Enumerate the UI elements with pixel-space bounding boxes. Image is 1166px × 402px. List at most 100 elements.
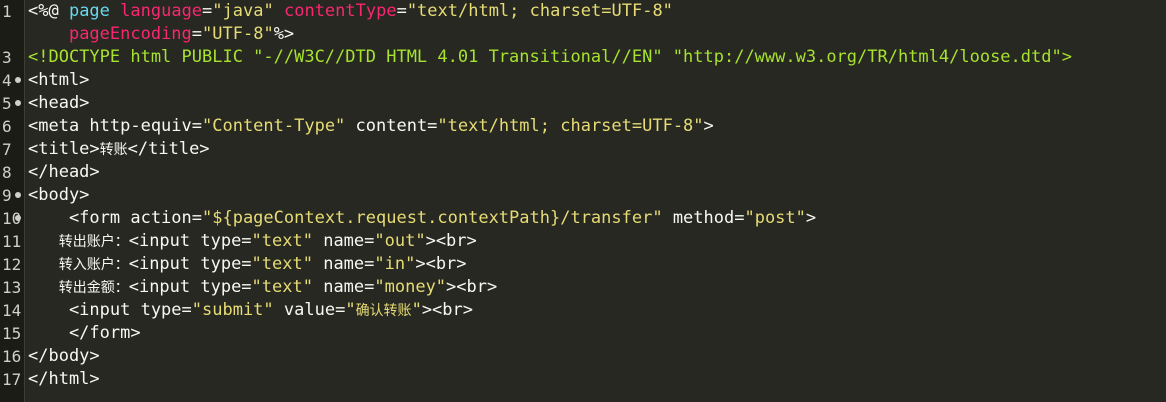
fold-marker-icon[interactable]: [15, 192, 21, 198]
line-number: 13: [0, 276, 24, 299]
code-token-string: "java": [212, 1, 274, 21]
code-token-plain: =: [396, 1, 407, 21]
code-token-string: "text": [251, 277, 313, 297]
code-token-directive: page: [68, 1, 110, 21]
code-line[interactable]: <html>: [28, 69, 89, 92]
code-token-string: "UTF-8": [202, 24, 274, 44]
code-token-string: "text/html; charset=UTF-8": [437, 116, 704, 136]
code-token-plain: </form>: [28, 323, 141, 343]
code-token-attribute: contentType: [283, 1, 397, 21]
code-line[interactable]: <body>: [28, 184, 89, 207]
line-number: 4: [0, 69, 24, 92]
code-token-plain: content=: [345, 116, 438, 136]
code-token-string: 确认转账: [355, 303, 412, 319]
line-number-text: 14: [2, 301, 22, 320]
line-number: 1: [0, 0, 24, 23]
code-token-doctype: <!DOCTYPE html PUBLIC "-//W3C//DTD HTML …: [28, 47, 1072, 67]
code-token-plain: 转出账户：: [58, 234, 129, 250]
code-token-plain: method=: [662, 208, 745, 228]
fold-marker-icon[interactable]: [15, 77, 21, 83]
code-token-plain: <title>: [28, 139, 100, 159]
line-number: 17: [0, 368, 24, 391]
line-number-text: 13: [2, 278, 22, 297]
line-number-text: 4: [2, 71, 12, 90]
code-token-string: ": [411, 300, 422, 320]
line-number: 11: [0, 230, 24, 253]
line-number: 12: [0, 253, 24, 276]
code-line[interactable]: </body>: [28, 345, 100, 368]
code-token-plain: name=: [312, 254, 375, 274]
code-token-plain: <%@: [28, 1, 69, 21]
line-number-gutter: 1 3 4 5 6 7 8 9 10 11 12 13 14 15 16 17: [0, 0, 24, 402]
line-number-text: 5: [2, 94, 12, 113]
code-token-plain: 转账: [99, 142, 128, 158]
code-token-plain: <head>: [28, 93, 90, 113]
code-token-plain: <body>: [28, 185, 90, 205]
line-number-text: 6: [2, 117, 12, 136]
code-line[interactable]: <!DOCTYPE html PUBLIC "-//W3C//DTD HTML …: [28, 46, 1072, 69]
code-token-string: ": [345, 300, 356, 320]
code-token-plain: name=: [312, 231, 375, 251]
code-token-plain: 转入账户：: [58, 257, 129, 273]
line-number-text: 12: [2, 255, 22, 274]
line-number: 15: [0, 322, 24, 345]
line-number: [0, 23, 24, 46]
line-number-text: 7: [2, 140, 12, 159]
code-line[interactable]: <meta http-equiv="Content-Type" content=…: [28, 115, 714, 138]
line-number-text: 16: [2, 347, 22, 366]
line-number-text: 17: [2, 370, 22, 389]
code-token-string: "Content-Type": [202, 116, 346, 136]
code-token-plain: ><br>: [446, 277, 498, 297]
code-token-plain: </head>: [28, 162, 100, 182]
code-line[interactable]: 转出金额：<input type="text" name="money"><br…: [28, 276, 498, 299]
code-token-plain: <input type=: [128, 231, 252, 251]
code-token-string: "text": [251, 231, 313, 251]
line-number-text: 3: [2, 48, 12, 67]
code-token-plain: </body>: [28, 346, 100, 366]
code-token-attribute: pageEncoding: [68, 24, 192, 44]
code-token-plain: ><br>: [415, 254, 467, 274]
code-token-plain: 转出金额：: [58, 280, 129, 296]
code-editor[interactable]: 1 3 4 5 6 7 8 9 10 11 12 13 14 15 16 17 <%@ page langua…: [0, 0, 1166, 402]
fold-marker-icon[interactable]: [15, 100, 21, 106]
code-token-plain: </title>: [127, 139, 210, 159]
code-line[interactable]: 转出账户：<input type="text" name="out"><br>: [28, 230, 477, 253]
gutter-divider: [24, 0, 25, 402]
code-line[interactable]: pageEncoding="UTF-8"%>: [28, 23, 294, 46]
code-line[interactable]: 转入账户：<input type="text" name="in"><br>: [28, 253, 467, 276]
code-token-plain: <html>: [28, 70, 90, 90]
fold-marker-icon[interactable]: [15, 215, 21, 221]
code-line[interactable]: <head>: [28, 92, 89, 115]
line-number-text: 15: [2, 324, 22, 343]
code-token-plain: >: [703, 116, 714, 136]
code-token-plain: value=: [273, 300, 346, 320]
code-token-plain: <input type=: [28, 300, 192, 320]
line-number: 5: [0, 92, 24, 115]
code-token-plain: ><br>: [425, 231, 477, 251]
code-line[interactable]: <input type="submit" value="确认转账"><br>: [28, 299, 473, 322]
code-token-plain: <input type=: [128, 277, 252, 297]
code-token-plain: name=: [312, 277, 375, 297]
code-token-attribute: language: [120, 1, 203, 21]
code-token-plain: >: [805, 208, 817, 228]
line-number: 6: [0, 115, 24, 138]
code-token-string: "text/html; charset=UTF-8": [406, 1, 673, 21]
line-number: 10: [0, 207, 24, 230]
code-line[interactable]: <title>转账</title>: [28, 138, 210, 161]
code-line[interactable]: <form action="${pageContext.request.cont…: [28, 207, 816, 230]
line-number: 9: [0, 184, 24, 207]
line-number: 7: [0, 138, 24, 161]
code-token-plain: %>: [273, 24, 295, 44]
code-line[interactable]: </head>: [28, 161, 100, 184]
line-number-text: 9: [2, 186, 12, 205]
code-line[interactable]: </html>: [28, 368, 100, 391]
code-token-plain: =: [202, 1, 213, 21]
code-token-plain: ><br>: [421, 300, 473, 320]
code-line[interactable]: </form>: [28, 322, 141, 345]
code-line[interactable]: <%@ page language="java" contentType="te…: [28, 0, 673, 23]
